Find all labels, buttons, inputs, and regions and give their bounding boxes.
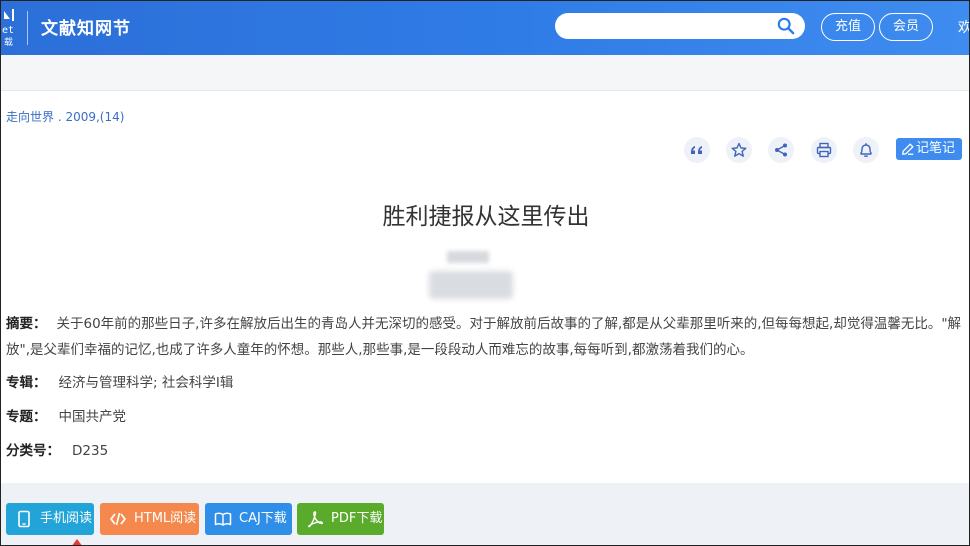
share-icon — [775, 143, 787, 157]
search-icon[interactable] — [777, 17, 795, 35]
search-input[interactable] — [567, 16, 767, 36]
quote-icon — [691, 146, 702, 154]
abstract-text: 关于60年前的那些日子,许多在解放后出生的青岛人并无深切的感受。对于解放前后故事… — [6, 316, 962, 358]
site-title: 文献知网节 — [41, 19, 131, 39]
welcome-text: 欢 — [958, 17, 969, 37]
subject-value[interactable]: 中国共产党 — [59, 409, 127, 425]
member-button[interactable]: 会员 — [879, 13, 933, 41]
take-notes-button[interactable]: 记笔记 — [896, 138, 962, 160]
search-box[interactable] — [555, 13, 805, 39]
svg-text:et: et — [2, 25, 14, 36]
pdf-download-button[interactable]: PDF下载 — [297, 503, 384, 535]
print-button[interactable] — [811, 137, 837, 163]
topic-row: 专辑： 经济与管理科学; 社会科学Ⅰ辑 — [6, 370, 233, 396]
print-icon — [816, 142, 832, 158]
pdf-download-label: PDF下载 — [331, 511, 383, 526]
classification-value: D235 — [72, 443, 109, 459]
subject-row: 专题： 中国共产党 — [6, 404, 126, 430]
abstract: 摘要： 关于60年前的那些日子,许多在解放后出生的青岛人并无深切的感受。对于解放前… — [6, 311, 964, 363]
sub-bar — [1, 55, 969, 91]
page: et 载 文献知网节 充值 会员 欢 走向世界 . 2009,(14) — [0, 0, 970, 546]
topic-label: 专辑： — [6, 375, 47, 391]
book-icon — [214, 512, 232, 526]
logo-divider — [27, 11, 28, 45]
bell-icon — [860, 143, 872, 157]
topic-value: 经济与管理科学; 社会科学Ⅰ辑 — [58, 375, 234, 391]
top-header: et 载 文献知网节 充值 会员 欢 — [1, 1, 969, 55]
phone-read-label: 手机阅读 — [40, 511, 93, 526]
pencil-icon — [902, 143, 914, 155]
author-blurred — [447, 251, 489, 263]
phone-icon — [18, 510, 30, 528]
quote-button[interactable] — [684, 137, 710, 163]
subject-label: 专题： — [6, 409, 47, 425]
html-read-button[interactable]: HTML阅读 — [100, 503, 199, 535]
phone-read-button[interactable]: 手机阅读 — [6, 503, 94, 535]
take-notes-label: 记笔记 — [916, 141, 956, 156]
classification-label: 分类号： — [6, 443, 60, 459]
pdf-icon — [308, 511, 324, 528]
caj-download-label: CAJ下载 — [239, 511, 287, 526]
recharge-button[interactable]: 充值 — [821, 13, 875, 41]
journal-source-link[interactable]: 走向世界 . 2009,(14) — [6, 108, 124, 125]
favorite-button[interactable] — [726, 137, 752, 163]
caj-download-button[interactable]: CAJ下载 — [205, 503, 292, 535]
logo[interactable]: et 载 — [1, 7, 29, 49]
abstract-label: 摘要： — [6, 316, 47, 332]
share-button[interactable] — [768, 137, 794, 163]
html-read-label: HTML阅读 — [134, 511, 197, 526]
code-icon — [110, 512, 126, 526]
logo-mark-icon: et 载 — [2, 9, 14, 48]
svg-text:载: 载 — [4, 36, 13, 47]
classification-row: 分类号： D235 — [6, 438, 108, 464]
star-icon — [731, 142, 747, 157]
institution-blurred — [429, 271, 513, 299]
article-title: 胜利捷报从这里传出 — [382, 204, 590, 230]
alert-button[interactable] — [853, 137, 879, 163]
active-indicator — [71, 539, 83, 545]
